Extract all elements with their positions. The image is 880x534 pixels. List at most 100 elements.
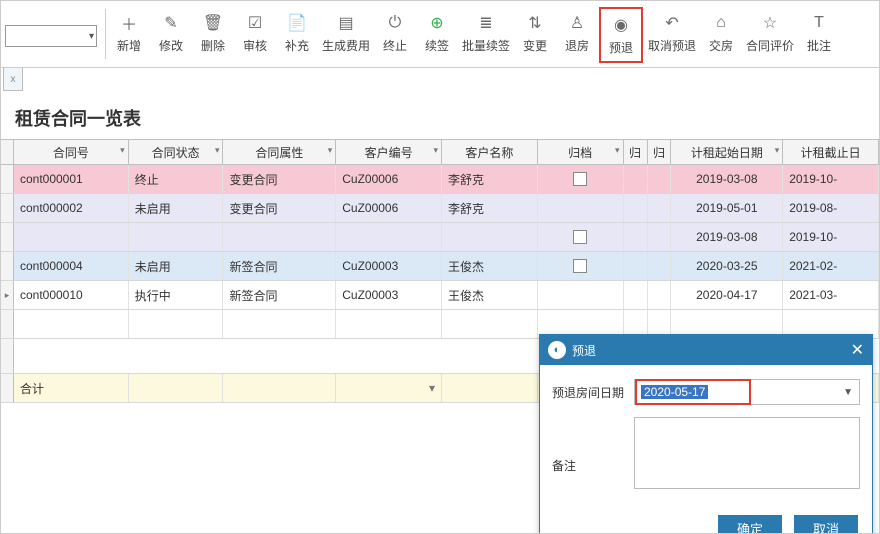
precheckout-dialog: ◐ 预退 ✕ 预退房间日期 2020-05-17 ▼ 备注 确定 bbox=[539, 334, 873, 534]
cell: CuZ00006 bbox=[336, 194, 442, 222]
toolbar-batchrenew-button[interactable]: ≣批量续签 bbox=[459, 7, 513, 59]
genfee-label: 生成费用 bbox=[322, 37, 370, 54]
toolbar-add-button[interactable]: ＋新增 bbox=[109, 7, 149, 59]
cell bbox=[538, 252, 624, 280]
chevron-down-icon[interactable]: ▼ bbox=[843, 387, 853, 398]
renew-icon: ⊕ bbox=[427, 13, 447, 33]
cell: cont000004 bbox=[14, 252, 129, 280]
table-row[interactable]: 2019-03-082019-10- bbox=[1, 223, 879, 252]
cell bbox=[14, 223, 129, 251]
cell bbox=[624, 223, 648, 251]
archive-checkbox[interactable] bbox=[573, 259, 587, 273]
precheckout-label: 预退 bbox=[609, 39, 633, 56]
cell: cont000001 bbox=[14, 165, 129, 193]
page-title: 租赁合同一览表 bbox=[15, 105, 879, 131]
cell bbox=[223, 310, 336, 338]
col-customer-no[interactable]: 客户编号▾ bbox=[336, 140, 442, 164]
toolbar-precheckout-button[interactable]: ◉ 预退 bbox=[599, 7, 643, 63]
col-customer-name[interactable]: 客户名称 bbox=[442, 140, 538, 164]
cell: 王俊杰 bbox=[442, 252, 538, 280]
handover-label: 交房 bbox=[709, 37, 733, 54]
cell bbox=[624, 194, 648, 222]
ok-button[interactable]: 确定 bbox=[718, 515, 782, 534]
precheckout-icon: ◉ bbox=[611, 15, 631, 35]
total-label: 合计 bbox=[14, 374, 129, 402]
memo-input[interactable] bbox=[634, 417, 860, 489]
date-input-wrap[interactable]: 2020-05-17 ▼ bbox=[634, 379, 860, 405]
cell bbox=[648, 194, 672, 222]
toolbar-terminate-button[interactable]: ⏻终止 bbox=[375, 7, 415, 59]
col-end-date[interactable]: 计租截止日 bbox=[783, 140, 879, 164]
dialog-icon: ◐ bbox=[548, 341, 566, 359]
cell bbox=[538, 165, 624, 193]
table-row[interactable]: cont000001终止变更合同CuZ00006李舒克2019-03-08201… bbox=[1, 165, 879, 194]
cell bbox=[538, 281, 624, 309]
supplement-label: 补充 bbox=[285, 37, 309, 54]
cell: 终止 bbox=[129, 165, 224, 193]
cell bbox=[129, 310, 224, 338]
col-a2[interactable]: 归 bbox=[648, 140, 672, 164]
cell bbox=[223, 223, 336, 251]
toolbar-genfee-button[interactable]: ▤ 生成费用 bbox=[319, 7, 373, 59]
annotate-icon: T bbox=[809, 13, 829, 33]
change-label: 变更 bbox=[523, 37, 547, 54]
toolbar-cancelpre-button[interactable]: ↶取消预退 bbox=[645, 7, 699, 59]
toolbar-supplement-button[interactable]: 📄补充 bbox=[277, 7, 317, 59]
table-row[interactable]: ▸cont000010执行中新签合同CuZ00003王俊杰2020-04-172… bbox=[1, 281, 879, 310]
cell: 李舒克 bbox=[442, 165, 538, 193]
cell: 2021-03- bbox=[783, 281, 879, 309]
cancelpre-label: 取消预退 bbox=[648, 37, 696, 54]
table-row[interactable]: cont000004未启用新签合同CuZ00003王俊杰2020-03-2520… bbox=[1, 252, 879, 281]
row-handle bbox=[1, 310, 14, 338]
cell bbox=[336, 223, 442, 251]
cell bbox=[624, 252, 648, 280]
cell: cont000010 bbox=[14, 281, 129, 309]
col-contract-no[interactable]: 合同号▾ bbox=[14, 140, 129, 164]
col-archive[interactable]: 归档▾ bbox=[538, 140, 624, 164]
table-row[interactable]: cont000002未启用变更合同CuZ00006李舒克2019-05-0120… bbox=[1, 194, 879, 223]
cell: 2019-10- bbox=[783, 223, 879, 251]
toolbar: ＋新增✎修改🗑删除☑审核📄补充 ▤ 生成费用 ⏻终止⊕续签≣批量续签⇅变更♙退房 ◉ 预退… bbox=[1, 1, 879, 68]
cell: 2019-03-08 bbox=[671, 165, 783, 193]
cell bbox=[442, 223, 538, 251]
cell: 未启用 bbox=[129, 194, 224, 222]
cell: cont000002 bbox=[14, 194, 129, 222]
date-input[interactable]: 2020-05-17 bbox=[635, 379, 751, 405]
toolbar-delete-button[interactable]: 🗑删除 bbox=[193, 7, 233, 59]
archive-checkbox[interactable] bbox=[573, 172, 587, 186]
toolbar-renew-button[interactable]: ⊕续签 bbox=[417, 7, 457, 59]
cell: 2021-02- bbox=[783, 252, 879, 280]
cell: 变更合同 bbox=[223, 194, 336, 222]
memo-label: 备注 bbox=[552, 457, 634, 474]
cell: 2019-10- bbox=[783, 165, 879, 193]
col-start-date[interactable]: 计租起始日期▾ bbox=[671, 140, 783, 164]
toolbar-evaluate-button[interactable]: ☆合同评价 bbox=[743, 7, 797, 59]
context-dropdown[interactable] bbox=[5, 25, 97, 47]
cell bbox=[129, 223, 224, 251]
toolbar-edit-button[interactable]: ✎修改 bbox=[151, 7, 191, 59]
batchrenew-label: 批量续签 bbox=[462, 37, 510, 54]
dialog-titlebar: ◐ 预退 ✕ bbox=[540, 335, 872, 365]
tab-close-chip[interactable]: x bbox=[3, 68, 23, 91]
cell: 执行中 bbox=[129, 281, 224, 309]
grid-header: 合同号▾ 合同状态▾ 合同属性▾ 客户编号▾ 客户名称 归档▾ 归 归 计租起始… bbox=[1, 140, 879, 165]
edit-icon: ✎ bbox=[161, 13, 181, 33]
cell bbox=[624, 281, 648, 309]
cell: 2019-03-08 bbox=[671, 223, 783, 251]
row-handle bbox=[1, 223, 14, 251]
col-attr[interactable]: 合同属性▾ bbox=[223, 140, 336, 164]
genfee-icon: ▤ bbox=[336, 13, 356, 33]
toolbar-checkout-button[interactable]: ♙退房 bbox=[557, 7, 597, 59]
toolbar-annotate-button[interactable]: T批注 bbox=[799, 7, 839, 59]
toolbar-audit-button[interactable]: ☑审核 bbox=[235, 7, 275, 59]
col-status[interactable]: 合同状态▾ bbox=[129, 140, 224, 164]
dialog-close-icon[interactable]: ✕ bbox=[851, 340, 864, 360]
toolbar-change-button[interactable]: ⇅变更 bbox=[515, 7, 555, 59]
add-icon: ＋ bbox=[119, 13, 139, 33]
col-a1[interactable]: 归 bbox=[624, 140, 648, 164]
cell: 新签合同 bbox=[223, 252, 336, 280]
cell bbox=[648, 223, 672, 251]
cancel-button[interactable]: 取消 bbox=[794, 515, 858, 534]
archive-checkbox[interactable] bbox=[573, 230, 587, 244]
toolbar-handover-button[interactable]: ⌂交房 bbox=[701, 7, 741, 59]
